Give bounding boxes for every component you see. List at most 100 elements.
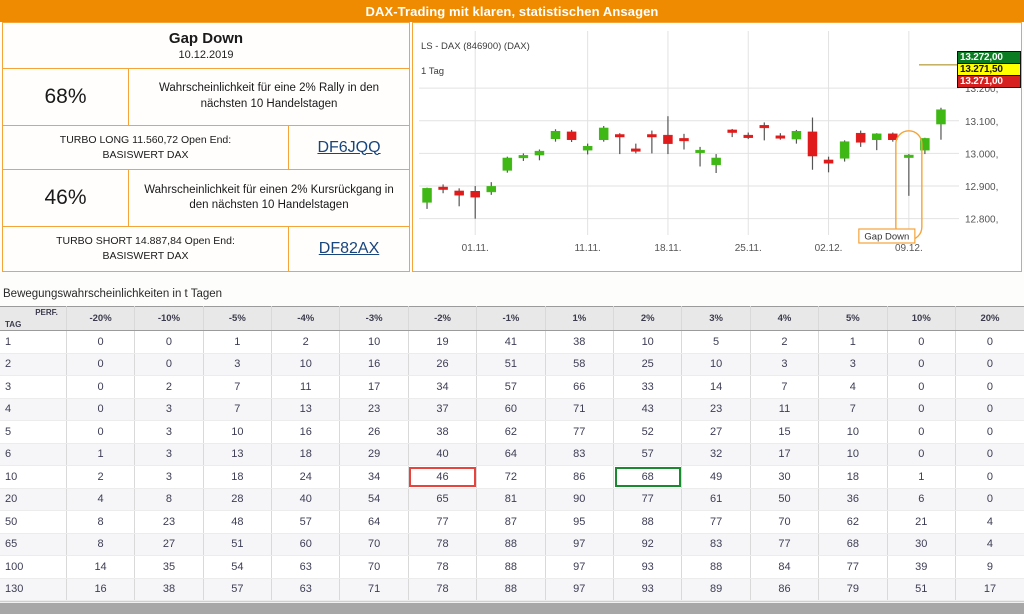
table-cell: 0 <box>887 398 956 421</box>
scrollbar-thumb[interactable] <box>0 603 1024 614</box>
table-cell: 58 <box>545 353 615 376</box>
table-row: 3 0 2 7 11 17 34 57 66 33 14 7 4 0 0 <box>0 375 1024 399</box>
table-cell: 48 <box>203 510 273 534</box>
table-cell: 23 <box>681 398 751 421</box>
table-cell: 8 <box>134 488 204 511</box>
rally-probability-row: 68% Wahrscheinlichkeit für eine 2% Rally… <box>3 68 409 127</box>
probability-table: PERF. TAG -20% -10% -5% -4% -3% -2% -1% 1% 2% 3% 4… <box>0 306 1024 614</box>
table-cell: 88 <box>613 510 683 534</box>
candlestick-chart-panel[interactable]: LS - DAX (846900) (DAX) 1 Tag 13.200, 13.… <box>412 22 1022 272</box>
table-cell: 0 <box>955 465 1024 489</box>
table-row: 100 14 35 54 63 70 78 88 97 93 88 84 77 39 9 <box>0 555 1024 579</box>
chart-x-tick-label: 02.12. <box>815 243 843 254</box>
table-cell: 57 <box>203 578 273 601</box>
turbo-long-wkn-link[interactable]: DF6JQQ <box>317 139 380 157</box>
highlighted-cell-decline: 46 <box>408 465 478 489</box>
horizontal-scrollbar[interactable] <box>0 601 1024 614</box>
table-cell: 3 <box>203 353 273 376</box>
turbo-long-wkn-cell: DF6JQQ <box>289 126 409 169</box>
table-cell: 1 <box>203 330 273 354</box>
table-cell: 11 <box>750 398 820 421</box>
candlestick-down <box>759 125 770 129</box>
table-cell-tag: 65 <box>0 533 67 556</box>
table-cell: 17 <box>955 578 1024 601</box>
table-cell: 43 <box>613 398 683 421</box>
table-cell: 3 <box>750 353 820 376</box>
price-tag-bid: 13.271,00 <box>957 75 1021 88</box>
table-cell: 15 <box>750 420 820 444</box>
table-cell: 88 <box>476 555 546 579</box>
candlestick-up <box>711 157 721 166</box>
table-cell: 35 <box>134 555 204 579</box>
candlestick-up <box>904 154 914 158</box>
table-cell: 28 <box>203 488 273 511</box>
table-cell: 41 <box>476 330 546 354</box>
table-cell: 65 <box>408 488 478 511</box>
table-cell: 51 <box>476 353 546 376</box>
table-cell: 8 <box>66 533 136 556</box>
table-col-header-4pct: 4% <box>750 306 820 331</box>
turbo-short-line1: TURBO SHORT 14.887,84 Open End: <box>56 235 235 248</box>
candlestick-up <box>791 130 802 140</box>
table-cell: 77 <box>545 420 615 444</box>
candlestick-down <box>855 132 866 143</box>
table-cell: 77 <box>750 533 820 556</box>
table-cell: 16 <box>339 353 409 376</box>
table-cell: 71 <box>545 398 615 421</box>
table-cell: 9 <box>955 555 1024 579</box>
chart-y-tick-label: 12.900, <box>965 182 998 193</box>
rally-percent: 68% <box>3 68 129 126</box>
table-col-header-neg20pct: -20% <box>66 306 136 331</box>
table-cell: 7 <box>203 375 273 399</box>
table-cell-tag: 100 <box>0 555 67 579</box>
table-cell: 0 <box>887 353 956 376</box>
table-cell: 0 <box>66 375 136 399</box>
signal-info-panel: Gap Down 10.12.2019 68% Wahrscheinlichke… <box>2 22 410 272</box>
table-col-header-neg4pct: -4% <box>271 306 341 331</box>
table-cell: 2 <box>271 330 341 354</box>
table-cell: 90 <box>545 488 615 511</box>
table-cell: 16 <box>271 420 341 444</box>
table-cell-tag: 10 <box>0 465 67 489</box>
table-cell: 2 <box>750 330 820 354</box>
table-cell: 26 <box>408 353 478 376</box>
table-row: 4 0 3 7 13 23 37 60 71 43 23 11 7 0 0 <box>0 398 1024 421</box>
turbo-short-wkn-link[interactable]: DF82AX <box>319 240 379 258</box>
table-cell: 79 <box>818 578 888 601</box>
table-cell: 78 <box>408 555 478 579</box>
table-cell: 30 <box>887 533 956 556</box>
table-cell: 3 <box>134 465 204 489</box>
table-cell: 4 <box>818 375 888 399</box>
table-cell: 87 <box>476 510 546 534</box>
table-cell: 2 <box>66 465 136 489</box>
table-col-header-5pct: 5% <box>818 306 888 331</box>
table-cell: 29 <box>339 443 409 466</box>
table-cell: 86 <box>545 465 615 489</box>
table-caption: Bewegungswahrscheinlichkeiten in t Tagen <box>3 288 223 300</box>
turbo-short-text: TURBO SHORT 14.887,84 Open End: BASISWER… <box>3 227 289 271</box>
candlestick-down <box>631 148 641 152</box>
turbo-long-line2: BASISWERT DAX <box>102 148 189 161</box>
table-cell: 7 <box>203 398 273 421</box>
table-cell-tag: 4 <box>0 398 67 421</box>
chart-x-tick-label: 11.11. <box>574 243 600 254</box>
table-cell: 83 <box>545 443 615 466</box>
table-cell: 32 <box>681 443 751 466</box>
table-cell: 14 <box>681 375 751 399</box>
table-col-header-neg1pct: -1% <box>476 306 546 331</box>
turbo-short-row: TURBO SHORT 14.887,84 Open End: BASISWER… <box>3 227 409 271</box>
table-cell: 54 <box>339 488 409 511</box>
table-cell: 7 <box>818 398 888 421</box>
table-row: 6 1 3 13 18 29 40 64 83 57 32 17 10 0 0 <box>0 443 1024 466</box>
table-cell-tag: 3 <box>0 375 67 399</box>
table-cell: 84 <box>750 555 820 579</box>
table-cell: 0 <box>66 420 136 444</box>
chart-x-tick-label: 25.11. <box>735 243 762 254</box>
candlestick-down <box>454 190 464 196</box>
table-row: 20 4 8 28 40 54 65 81 90 77 61 50 36 6 0 <box>0 488 1024 511</box>
turbo-short-wkn-cell: DF82AX <box>289 227 409 271</box>
turbo-long-line1: TURBO LONG 11.560,72 Open End: <box>59 133 232 146</box>
candlestick-up <box>871 133 882 140</box>
table-cell: 71 <box>339 578 409 601</box>
top-area: Gap Down 10.12.2019 68% Wahrscheinlichke… <box>0 22 1024 274</box>
